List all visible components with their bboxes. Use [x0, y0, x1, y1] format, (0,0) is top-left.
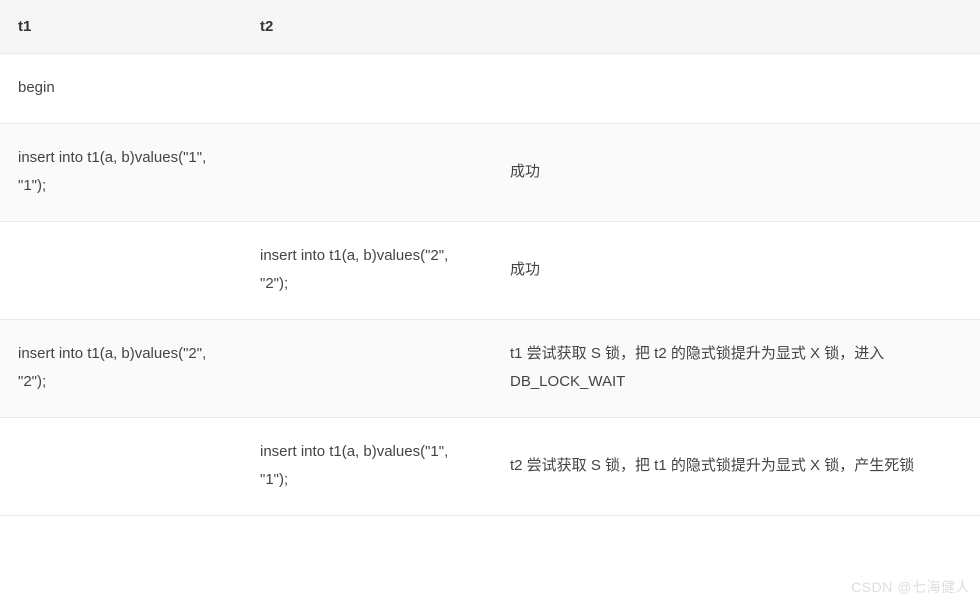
cell-t2 — [242, 319, 492, 417]
cell-result: t2 尝试获取 S 锁，把 t1 的隐式锁提升为显式 X 锁，产生死锁 — [492, 417, 980, 515]
header-t1: t1 — [0, 0, 242, 54]
cell-result: 成功 — [492, 123, 980, 221]
table-row: insert into t1(a, b)values("2", "2"); t1… — [0, 319, 980, 417]
cell-t1: begin — [0, 54, 242, 124]
cell-t2 — [242, 54, 492, 124]
cell-result: t1 尝试获取 S 锁，把 t2 的隐式锁提升为显式 X 锁，进入 DB_LOC… — [492, 319, 980, 417]
cell-result: 成功 — [492, 221, 980, 319]
cell-t1 — [0, 417, 242, 515]
cell-t1 — [0, 221, 242, 319]
watermark: CSDN @七海健人 — [851, 577, 970, 597]
table-row: insert into t1(a, b)values("2", "2"); 成功 — [0, 221, 980, 319]
table-row: insert into t1(a, b)values("1", "1"); 成功 — [0, 123, 980, 221]
cell-t1: insert into t1(a, b)values("2", "2"); — [0, 319, 242, 417]
table: t1 t2 begin insert into t1(a, b)values("… — [0, 0, 980, 516]
table-row: insert into t1(a, b)values("1", "1"); t2… — [0, 417, 980, 515]
cell-t2 — [242, 123, 492, 221]
cell-t1: insert into t1(a, b)values("1", "1"); — [0, 123, 242, 221]
header-t2: t2 — [242, 0, 492, 54]
cell-t2: insert into t1(a, b)values("1", "1"); — [242, 417, 492, 515]
cell-t2: insert into t1(a, b)values("2", "2"); — [242, 221, 492, 319]
table-header-row: t1 t2 — [0, 0, 980, 54]
table-row: begin — [0, 54, 980, 124]
header-result — [492, 0, 980, 54]
lock-sequence-table: t1 t2 begin insert into t1(a, b)values("… — [0, 0, 980, 516]
cell-result — [492, 54, 980, 124]
